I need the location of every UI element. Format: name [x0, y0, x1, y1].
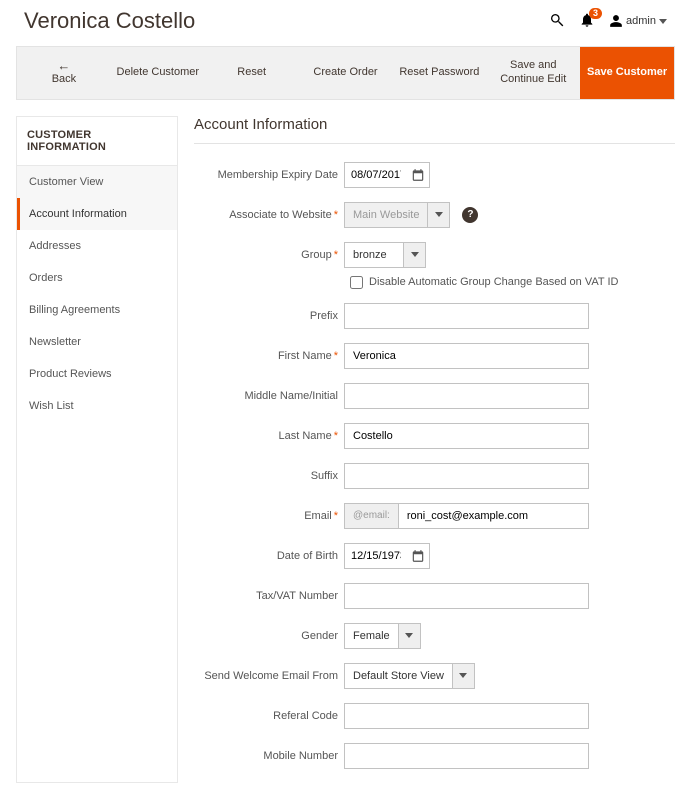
reset-password-button[interactable]: Reset Password [392, 47, 486, 99]
label-associate-website: Associate to Website* [194, 209, 344, 221]
label-tax-vat: Tax/VAT Number [194, 590, 344, 602]
membership-expiry-input[interactable] [344, 162, 430, 188]
label-first-name: First Name* [194, 350, 344, 362]
label-dob: Date of Birth [194, 550, 344, 562]
sidebar-item-newsletter[interactable]: Newsletter [17, 326, 177, 358]
suffix-input[interactable] [344, 463, 589, 489]
delete-customer-button[interactable]: Delete Customer [111, 47, 205, 99]
action-toolbar: ← Back Delete Customer Reset Create Orde… [16, 46, 675, 100]
sidebar-item-customer-view[interactable]: Customer View [17, 166, 177, 198]
sidebar-item-wish-list[interactable]: Wish List [17, 390, 177, 422]
label-welcome-from: Send Welcome Email From [194, 670, 344, 682]
mobile-number-input[interactable] [344, 743, 589, 769]
label-last-name: Last Name* [194, 430, 344, 442]
label-referal-code: Referal Code [194, 710, 344, 722]
chevron-down-icon[interactable] [427, 203, 449, 227]
welcome-email-from-select[interactable]: Default Store View [344, 663, 475, 689]
sidebar-item-product-reviews[interactable]: Product Reviews [17, 358, 177, 390]
tax-vat-input[interactable] [344, 583, 589, 609]
sidebar-item-orders[interactable]: Orders [17, 262, 177, 294]
notification-count-badge: 3 [589, 8, 602, 19]
reset-button[interactable]: Reset [205, 47, 299, 99]
label-gender: Gender [194, 630, 344, 642]
back-button[interactable]: ← Back [17, 47, 111, 99]
chevron-down-icon [659, 19, 667, 24]
create-order-button[interactable]: Create Order [299, 47, 393, 99]
middle-name-input[interactable] [344, 383, 589, 409]
label-suffix: Suffix [194, 470, 344, 482]
prefix-input[interactable] [344, 303, 589, 329]
label-mobile-number: Mobile Number [194, 750, 344, 762]
chevron-down-icon[interactable] [452, 664, 474, 688]
sidebar-item-addresses[interactable]: Addresses [17, 230, 177, 262]
label-prefix: Prefix [194, 310, 344, 322]
notification-bell-icon[interactable]: 3 [579, 12, 595, 31]
sidebar-item-account-information[interactable]: Account Information [17, 198, 177, 230]
section-title: Account Information [194, 116, 675, 144]
first-name-input[interactable] [344, 343, 589, 369]
last-name-input[interactable] [344, 423, 589, 449]
calendar-icon[interactable] [407, 168, 429, 182]
customer-info-sidebar: CUSTOMER INFORMATION Customer View Accou… [16, 116, 178, 783]
back-arrow-icon: ← [57, 59, 70, 72]
label-middle-name: Middle Name/Initial [194, 390, 344, 402]
group-select[interactable]: bronze [344, 242, 426, 268]
sidebar-item-billing-agreements[interactable]: Billing Agreements [17, 294, 177, 326]
calendar-icon[interactable] [407, 549, 429, 563]
gender-select[interactable]: Female [344, 623, 421, 649]
admin-user-dropdown[interactable]: admin [609, 14, 667, 28]
disable-auto-group-checkbox[interactable] [350, 276, 363, 289]
email-input[interactable] [399, 504, 588, 528]
associate-website-select[interactable]: Main Website [344, 202, 450, 228]
email-input-group: @email: [344, 503, 589, 529]
save-continue-button[interactable]: Save and Continue Edit [486, 47, 580, 99]
label-membership-expiry: Membership Expiry Date [194, 169, 344, 181]
referal-code-input[interactable] [344, 703, 589, 729]
chevron-down-icon[interactable] [403, 243, 425, 267]
label-email: Email* [194, 510, 344, 522]
sidebar-title: CUSTOMER INFORMATION [17, 117, 177, 166]
help-icon[interactable]: ? [462, 207, 478, 223]
label-group: Group* [194, 249, 344, 261]
email-prefix-label: @email: [345, 504, 399, 528]
save-customer-button[interactable]: Save Customer [580, 47, 674, 99]
chevron-down-icon[interactable] [398, 624, 420, 648]
search-icon[interactable] [549, 12, 565, 31]
page-title: Veronica Costello [24, 8, 195, 34]
label-disable-auto-group: Disable Automatic Group Change Based on … [369, 276, 618, 288]
dob-input[interactable] [344, 543, 430, 569]
admin-user-label: admin [626, 15, 656, 27]
